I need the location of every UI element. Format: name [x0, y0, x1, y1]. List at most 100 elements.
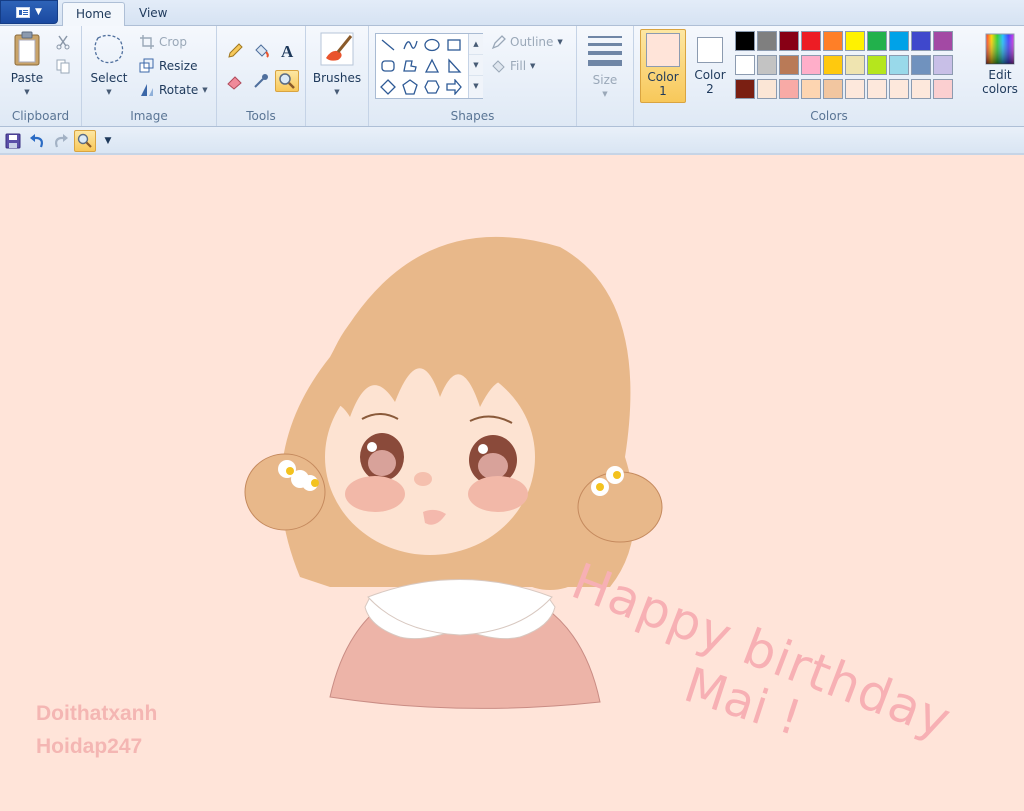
palette-swatch[interactable] — [823, 79, 843, 99]
scroll-up-button[interactable]: ▲ — [469, 34, 483, 55]
quick-magnifier-button[interactable] — [74, 130, 96, 152]
palette-swatch[interactable] — [933, 55, 953, 75]
palette-swatch[interactable] — [845, 55, 865, 75]
palette-swatch[interactable] — [933, 31, 953, 51]
palette-swatch[interactable] — [845, 31, 865, 51]
brushes-group: Brushes ▼ — [306, 26, 369, 126]
rotate-button[interactable]: Rotate ▼ — [139, 82, 208, 98]
palette-swatch[interactable] — [779, 31, 799, 51]
palette-swatch[interactable] — [735, 79, 755, 99]
line-icon — [381, 39, 395, 51]
drawing-canvas[interactable]: Happy birthday Mai ! Doithatxanh Hoidap2… — [0, 157, 1024, 811]
resize-button[interactable]: Resize — [139, 58, 197, 74]
image-group-label: Image — [130, 109, 168, 123]
brush-icon — [320, 32, 354, 66]
diamond-shape[interactable] — [378, 77, 398, 97]
size-label: Size — [592, 73, 618, 87]
palette-swatch[interactable] — [867, 79, 887, 99]
scroll-down-button[interactable]: ▼ — [469, 55, 483, 76]
redo-button[interactable] — [50, 130, 72, 152]
arrow-shape[interactable] — [444, 77, 464, 97]
outline-button[interactable]: Outline ▼ — [490, 34, 563, 50]
magnifier-tool[interactable] — [275, 70, 299, 92]
color2-button[interactable]: Color 2 — [690, 29, 730, 96]
palette-swatch[interactable] — [757, 55, 777, 75]
size-button[interactable]: Size ▼ — [583, 30, 627, 101]
triangle-shape[interactable] — [422, 56, 442, 76]
palette-swatch[interactable] — [933, 79, 953, 99]
palette-swatch[interactable] — [801, 31, 821, 51]
line-shape[interactable] — [378, 35, 398, 55]
right-arrow-icon — [446, 79, 462, 95]
polygon-shape[interactable] — [400, 56, 420, 76]
fill-tool[interactable] — [249, 40, 273, 62]
palette-swatch[interactable] — [911, 79, 931, 99]
palette-swatch[interactable] — [845, 79, 865, 99]
dropdown-arrow-icon: ▼ — [557, 38, 563, 46]
palette-swatch[interactable] — [889, 31, 909, 51]
color2-number: 2 — [706, 82, 714, 96]
colors-group: Color 1 Color 2 Edit colors Colors — [634, 26, 1024, 126]
palette-swatch[interactable] — [735, 31, 755, 51]
eraser-tool[interactable] — [223, 70, 247, 92]
oval-shape[interactable] — [422, 35, 442, 55]
color1-button[interactable]: Color 1 — [640, 29, 686, 103]
crop-button[interactable]: Crop — [139, 34, 187, 50]
rounded-rectangle-shape[interactable] — [378, 56, 398, 76]
dropdown-arrow-icon: ▼ — [104, 136, 112, 146]
tab-view[interactable]: View — [126, 2, 180, 26]
pencil-icon — [228, 43, 243, 58]
palette-swatch[interactable] — [911, 55, 931, 75]
palette-swatch[interactable] — [823, 31, 843, 51]
palette-swatch[interactable] — [735, 55, 755, 75]
paint-menu-button[interactable]: ▼ — [0, 0, 58, 24]
resize-label: Resize — [159, 59, 198, 73]
palette-swatch[interactable] — [889, 55, 909, 75]
pencil-tool[interactable] — [223, 40, 247, 62]
edit-colors-button[interactable]: Edit colors — [980, 33, 1020, 96]
select-button[interactable]: Select ▼ — [88, 30, 130, 99]
brushes-button[interactable]: Brushes ▼ — [312, 30, 362, 99]
save-button[interactable] — [2, 130, 24, 152]
pentagon-shape[interactable] — [400, 77, 420, 97]
palette-swatch[interactable] — [867, 31, 887, 51]
crop-icon — [140, 35, 154, 49]
palette-swatch[interactable] — [757, 79, 777, 99]
palette-swatch[interactable] — [757, 31, 777, 51]
fill-bucket-icon — [492, 60, 505, 73]
cut-button[interactable] — [51, 31, 75, 53]
clipboard-group: Paste ▼ Clipboard — [0, 26, 82, 126]
fill-button[interactable]: Fill ▼ — [490, 58, 535, 74]
expand-gallery-button[interactable]: ▼ — [469, 76, 483, 97]
rounded-rectangle-icon — [381, 60, 395, 72]
palette-swatch[interactable] — [779, 79, 799, 99]
edit-colors-label-2: colors — [982, 82, 1018, 96]
color-picker-tool[interactable] — [249, 70, 273, 92]
clipboard-group-label: Clipboard — [11, 109, 70, 123]
palette-swatch[interactable] — [911, 31, 931, 51]
copy-button[interactable] — [51, 55, 75, 77]
hexagon-shape[interactable] — [422, 77, 442, 97]
shapes-group-label: Shapes — [450, 109, 495, 123]
rotate-icon — [141, 84, 153, 96]
palette-swatch[interactable] — [889, 79, 909, 99]
polygon-icon — [403, 60, 417, 72]
palette-swatch[interactable] — [823, 55, 843, 75]
palette-swatch[interactable] — [801, 79, 821, 99]
paint-bucket-icon — [255, 44, 269, 58]
undo-button[interactable] — [26, 130, 48, 152]
tab-home[interactable]: Home — [62, 2, 126, 27]
eraser-icon — [227, 76, 242, 90]
crop-label: Crop — [159, 35, 188, 49]
palette-swatch[interactable] — [867, 55, 887, 75]
palette-swatch[interactable] — [801, 55, 821, 75]
palette-swatch[interactable] — [779, 55, 799, 75]
color1-number: 1 — [659, 84, 667, 98]
customize-toolbar-button[interactable]: ▼ — [100, 130, 116, 152]
text-tool[interactable]: A — [275, 40, 299, 62]
paste-button[interactable]: Paste ▼ — [6, 30, 48, 99]
curve-shape[interactable] — [400, 35, 420, 55]
right-triangle-shape[interactable] — [444, 56, 464, 76]
rectangle-shape[interactable] — [444, 35, 464, 55]
hexagon-icon — [424, 80, 440, 94]
